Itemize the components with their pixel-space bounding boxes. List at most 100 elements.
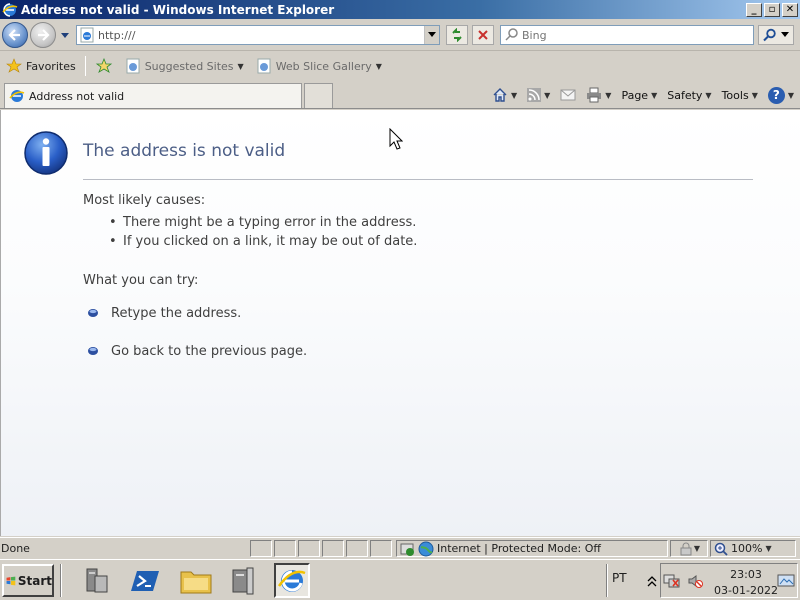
blue-bullet-icon xyxy=(88,347,98,355)
try-text: Retype the address. xyxy=(111,306,242,321)
home-button[interactable]: ▼ xyxy=(492,87,517,103)
chevron-down-icon: ▼ xyxy=(605,90,612,100)
suggested-sites-link[interactable]: Suggested Sites ▼ xyxy=(119,58,250,74)
recent-pages-dropdown-icon[interactable] xyxy=(60,30,70,40)
tools-menu[interactable]: Tools ▼ xyxy=(722,89,758,102)
address-input[interactable] xyxy=(98,28,424,42)
start-label: Start xyxy=(17,573,52,588)
favorites-button[interactable]: Favorites xyxy=(0,58,82,74)
show-hidden-icons-icon[interactable] xyxy=(647,575,657,587)
chevron-down-icon: ▼ xyxy=(651,90,658,100)
arrow-right-icon xyxy=(38,29,50,41)
internet-explorer-taskbar-button[interactable] xyxy=(274,563,310,598)
print-button[interactable]: ▼ xyxy=(586,87,611,103)
close-button[interactable]: ✕ xyxy=(782,2,798,17)
help-menu[interactable]: ? ▼ xyxy=(767,86,794,104)
tools-icon xyxy=(232,567,254,594)
chevron-down-icon: ▼ xyxy=(751,90,758,100)
stop-icon xyxy=(478,30,488,40)
chevron-down-icon xyxy=(781,32,789,37)
show-desktop-icon[interactable] xyxy=(777,573,795,589)
powershell-button[interactable] xyxy=(128,563,164,598)
server-manager-icon xyxy=(86,568,108,592)
status-bar: Done Internet | Protected Mode: Off ▼ 10… xyxy=(0,537,800,558)
page-menu[interactable]: Page ▼ xyxy=(621,89,657,102)
tab-label: Address not valid xyxy=(29,89,125,103)
network-icon[interactable] xyxy=(663,573,681,589)
web-slice-gallery-link[interactable]: Web Slice Gallery ▼ xyxy=(250,58,388,74)
chevron-down-icon: ▼ xyxy=(787,90,794,100)
chevron-down-icon[interactable]: ▼ xyxy=(376,62,382,71)
try-heading: What you can try: xyxy=(83,273,199,288)
security-zone[interactable]: Internet | Protected Mode: Off xyxy=(396,540,668,557)
search-icon xyxy=(505,28,518,41)
read-mail-button[interactable] xyxy=(560,89,576,101)
status-cell xyxy=(250,540,272,557)
favorites-bar: Favorites Suggested Sites ▼ Web Slice Ga… xyxy=(0,52,800,80)
back-button[interactable] xyxy=(2,22,28,48)
mail-icon xyxy=(560,89,576,101)
chevron-down-icon: ▼ xyxy=(705,90,712,100)
new-tab-button[interactable] xyxy=(304,83,333,108)
globe-icon xyxy=(418,541,434,556)
maximize-button[interactable]: ▫ xyxy=(764,2,780,17)
tab-command-row: Address not valid ▼ ▼ ▼ Page ▼ Safety ▼ … xyxy=(0,80,800,109)
chevron-down-icon: ▼ xyxy=(544,90,551,100)
clock-time[interactable]: 23:03 xyxy=(709,568,783,581)
volume-muted-icon[interactable] xyxy=(687,573,703,589)
page-menu-label: Page xyxy=(621,88,649,102)
favorites-label: Favorites xyxy=(26,59,76,73)
window-titlebar[interactable]: Address not valid - Windows Internet Exp… xyxy=(0,0,800,19)
separator xyxy=(84,56,86,76)
feeds-button[interactable]: ▼ xyxy=(527,88,550,102)
forward-button[interactable] xyxy=(30,22,56,48)
search-icon xyxy=(763,28,776,42)
chevron-down-icon[interactable]: ▼ xyxy=(238,62,244,71)
refresh-icon xyxy=(452,28,462,42)
try-text: Go back to the previous page. xyxy=(111,344,308,359)
zoom-level: 100% xyxy=(731,542,763,555)
lock-icon xyxy=(680,542,692,555)
printer-icon xyxy=(587,87,602,103)
causes-heading: Most likely causes: xyxy=(83,193,206,208)
help-icon: ? xyxy=(767,86,785,104)
cmd-button[interactable] xyxy=(226,563,262,598)
zoom-button[interactable]: 100% ▼ xyxy=(710,540,796,557)
clock-date[interactable]: 03-01-2022 xyxy=(709,584,783,597)
safety-menu-label: Safety xyxy=(667,88,703,102)
windows-logo-icon xyxy=(6,576,16,585)
refresh-button[interactable] xyxy=(446,25,468,45)
page-title: The address is not valid xyxy=(83,141,286,161)
tools-menu-label: Tools xyxy=(721,88,749,102)
stop-button[interactable] xyxy=(472,25,494,45)
list-item: Retype the address. xyxy=(87,306,307,344)
arrow-left-icon xyxy=(8,29,20,41)
start-button[interactable]: Start xyxy=(2,564,54,597)
zoom-icon xyxy=(714,542,728,556)
tab-address-not-valid[interactable]: Address not valid xyxy=(4,83,302,108)
chevron-down-icon: ▼ xyxy=(765,544,772,553)
protected-mode-button[interactable]: ▼ xyxy=(670,540,708,557)
address-dropdown-button[interactable] xyxy=(424,26,439,44)
add-favorite-icon xyxy=(95,58,112,73)
minimize-button[interactable]: _ xyxy=(746,2,762,17)
add-to-favorites-bar-button[interactable] xyxy=(89,58,119,74)
status-cell xyxy=(274,540,296,557)
search-box[interactable] xyxy=(500,25,754,45)
blue-bullet-icon xyxy=(88,309,98,317)
safety-menu[interactable]: Safety ▼ xyxy=(667,89,711,102)
address-bar[interactable] xyxy=(76,25,440,45)
explorer-button[interactable] xyxy=(178,563,214,598)
separator xyxy=(606,564,608,597)
server-manager-button[interactable] xyxy=(78,563,114,598)
ie-page-icon xyxy=(80,27,94,43)
command-bar: ▼ ▼ ▼ Page ▼ Safety ▼ Tools ▼ ? ▼ xyxy=(492,84,794,106)
divider xyxy=(83,179,753,180)
cause-text: There might be a typing error in the add… xyxy=(123,215,417,230)
language-indicator[interactable]: PT xyxy=(612,571,627,585)
address-toolbar xyxy=(0,19,800,51)
chevron-down-icon: ▼ xyxy=(510,90,518,100)
window-title: Address not valid - Windows Internet Exp… xyxy=(21,2,335,17)
search-input[interactable] xyxy=(522,28,753,42)
search-button[interactable] xyxy=(758,25,794,45)
